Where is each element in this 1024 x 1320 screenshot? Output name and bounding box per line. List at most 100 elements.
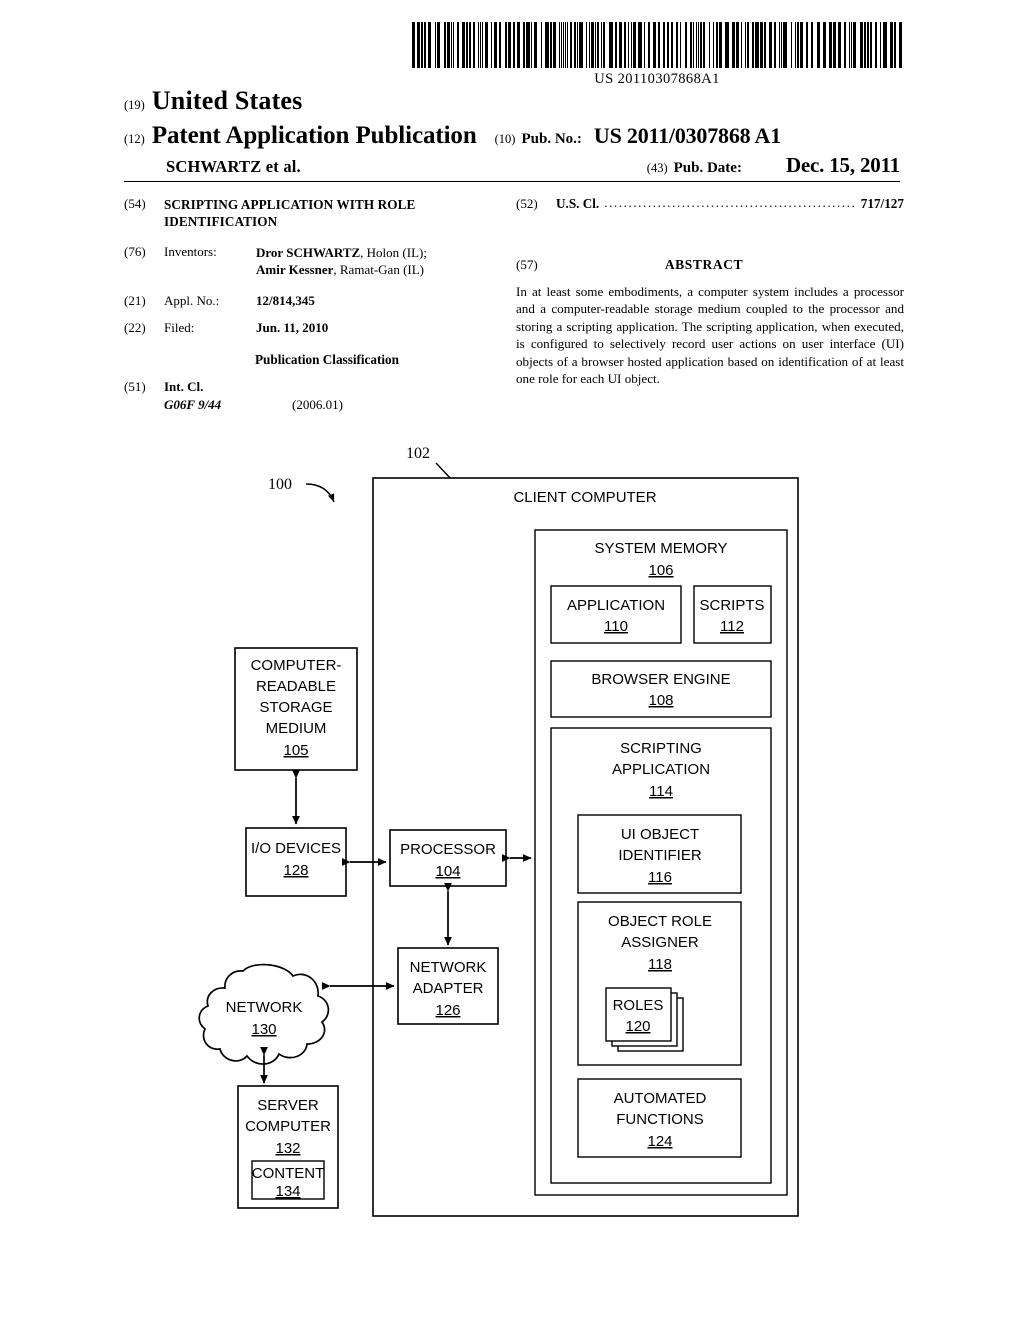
filed-label: Filed: [164,320,195,335]
figure-1-system-diagram: 100 102 CLIENT COMPUTER SYSTEM MEMORY 10… [0,430,1024,1260]
code-57: (57) [516,256,538,272]
masthead-divider [124,181,900,182]
doc-type: Patent Application Publication [151,122,477,149]
field-filed: (22) Filed: Jun. 11, 2010 [124,320,504,336]
network-label: NETWORK [226,999,303,1016]
inventor-2-name: Amir Kessner [256,262,334,278]
bibliographic-left-column: (54) SCRIPTING APPLICATION WITH ROLE IDE… [124,196,504,424]
inventor-2-city: , Ramat-Gan (IL) [333,262,424,278]
ref-label-100: 100 [268,476,292,493]
code-12: (12) [124,132,145,146]
int-cl-label: Int. Cl. [164,379,204,395]
system-memory-label: SYSTEM MEMORY [594,540,727,557]
code-22: (22) [124,320,146,335]
code-76: (76) [124,244,146,260]
content-label: CONTENT [252,1165,325,1182]
storage-medium-label-4: MEDIUM [266,720,327,737]
inventors-row: Inventors: Dror SCHWARTZ, Holon (IL); Am… [164,244,504,278]
pub-date-label: Pub. Date: [673,160,742,176]
ui-object-identifier-num: 116 [648,869,672,886]
scripting-application-label-2: APPLICATION [612,761,710,778]
field-us-cl: (52) U.S. Cl. ..........................… [516,195,904,213]
pub-date-group: (43) Pub. Date: Dec. 15, 2011 [647,153,900,178]
browser-engine-label: BROWSER ENGINE [591,671,730,688]
scripting-application-label-1: SCRIPTING [620,740,702,757]
ui-object-identifier-label-1: UI OBJECT [621,826,699,843]
invention-title: SCRIPTING APPLICATION WITH ROLE IDENTIFI… [164,197,416,230]
roles-label: ROLES [613,997,664,1014]
abstract-title: ABSTRACT [664,256,744,272]
application-label: APPLICATION [567,597,665,614]
processor-label: PROCESSOR [400,841,496,858]
object-role-assigner-label-2: ASSIGNER [621,934,699,951]
storage-medium-num: 105 [283,742,308,759]
automated-functions-label-1: AUTOMATED [614,1090,707,1107]
pub-no-label: Pub. No.: [521,131,582,147]
network-adapter-label-1: NETWORK [410,959,487,976]
pub-no-value: US 2011/0307868 A1 [593,123,782,148]
bibliographic-right-column: (52) U.S. Cl. ..........................… [516,195,904,388]
content-num: 134 [275,1183,300,1200]
field-inventors: (76) Inventors: Dror SCHWARTZ, Holon (IL… [124,244,504,278]
abstract-heading-row: (57) ABSTRACT [516,257,904,273]
pub-no-group: (10) Pub. No.: US 2011/0307868 A1 [494,123,782,149]
field-title: (54) SCRIPTING APPLICATION WITH ROLE IDE… [124,196,504,230]
inventors-names: Dror SCHWARTZ, Holon (IL); Amir Kessner,… [256,244,427,278]
doc-type-row: (12) Patent Application Publication (10)… [124,122,900,150]
country-name: United States [151,86,303,115]
object-role-assigner-num: 118 [648,956,672,973]
us-cl-dots: ........................................… [604,195,857,210]
code-19: (19) [124,98,145,112]
us-cl-label: U.S. Cl. [556,196,600,211]
masthead: (19) United States (12) Patent Applicati… [124,86,900,178]
country-row: (19) United States [124,86,900,116]
authors: SCHWARTZ et al. [166,157,301,176]
io-devices-num: 128 [283,862,308,879]
roles-num: 120 [625,1018,650,1035]
storage-medium-label-2: READABLE [256,678,336,695]
field-int-cl: (51) Int. Cl. G06F 9/44 (2006.01) [124,379,504,413]
code-21: (21) [124,292,146,308]
automated-functions-label-2: FUNCTIONS [616,1111,704,1128]
client-computer-label: CLIENT COMPUTER [513,489,656,506]
field-appl-no: (21) Appl. No.: 12/814,345 [124,293,504,309]
scripting-application-num: 114 [649,783,673,800]
application-num: 110 [604,618,628,635]
object-role-assigner-label-1: OBJECT ROLE [608,913,712,930]
scripts-label: SCRIPTS [699,597,764,614]
io-devices-label: I/O DEVICES [251,840,341,857]
filed-value: Jun. 11, 2010 [256,320,329,335]
ui-object-identifier-label-2: IDENTIFIER [618,847,702,864]
network-adapter-num: 126 [435,1002,460,1019]
publication-classification-heading: Publication Classification [255,352,399,368]
code-10: (10) [494,132,516,146]
server-computer-num: 132 [275,1140,300,1157]
int-cl-year: (2006.01) [292,396,343,412]
ref-label-102: 102 [406,445,430,462]
us-cl-value: 717/127 [860,196,904,211]
network-num: 130 [251,1021,276,1038]
appl-no-label: Appl. No.: [164,292,220,308]
code-51: (51) [124,379,146,395]
scripts-num: 112 [720,618,744,635]
abstract-text: In at least some embodiments, a computer… [516,283,904,387]
inventor-1-name: Dror SCHWARTZ [256,245,361,261]
barcode-area: US 20110307868A1 [412,22,902,88]
browser-engine-num: 108 [648,692,673,709]
barcode-icon [412,22,902,68]
storage-medium-label-1: COMPUTER- [251,657,342,674]
processor-num: 104 [435,863,460,880]
code-43: (43) [646,161,668,175]
storage-medium-label-3: STORAGE [259,699,332,716]
code-54: (54) [124,196,146,211]
network-adapter-label-2: ADAPTER [413,980,484,997]
server-computer-label-2: COMPUTER [245,1118,331,1135]
automated-functions-num: 124 [647,1133,672,1150]
pub-date-value: Dec. 15, 2011 [785,153,900,177]
inventors-label: Inventors: [164,244,217,260]
authors-row: SCHWARTZ et al. (43) Pub. Date: Dec. 15,… [124,153,900,178]
inventor-1-city: , Holon (IL); [360,245,427,261]
appl-no-value: 12/814,345 [256,292,315,308]
system-memory-num: 106 [648,562,673,579]
code-52: (52) [516,196,538,211]
